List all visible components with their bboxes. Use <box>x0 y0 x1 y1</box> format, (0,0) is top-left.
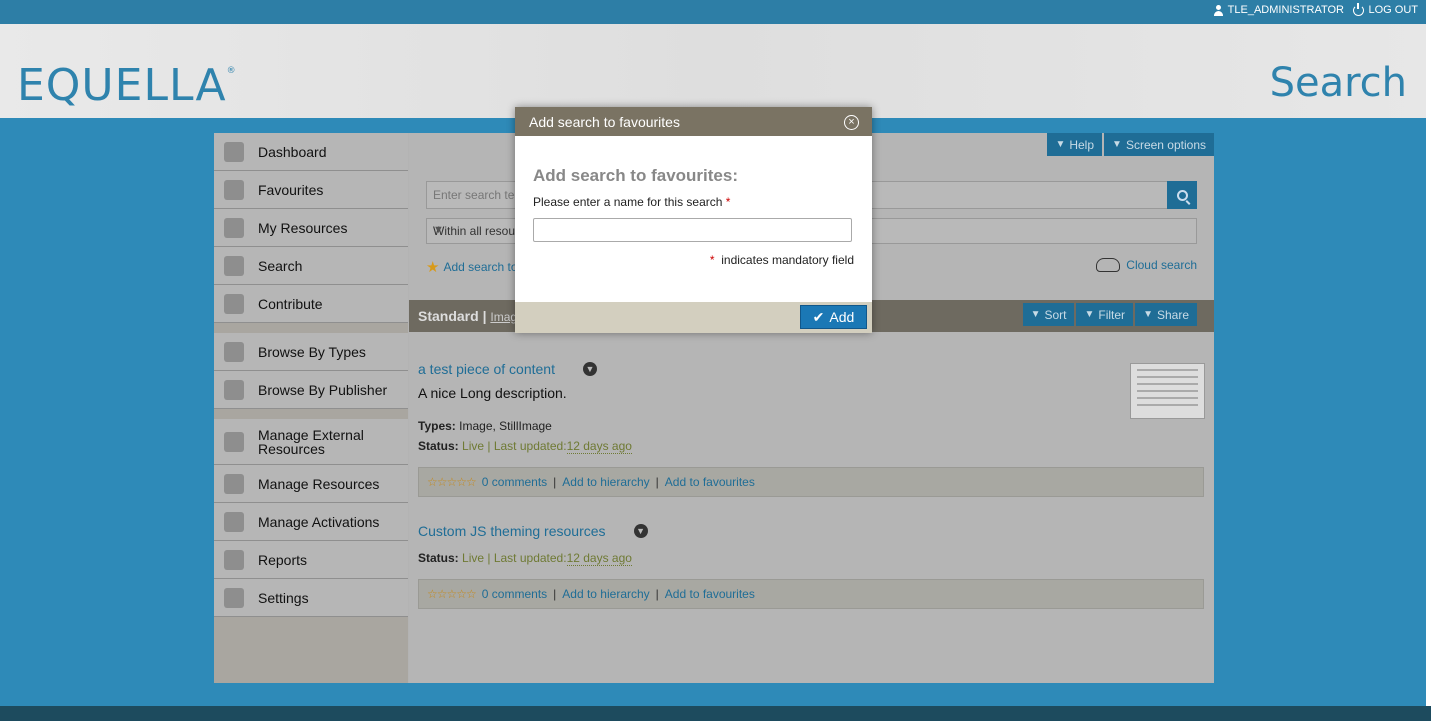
user-icon <box>1213 4 1224 16</box>
sidebar-item-browse-types[interactable]: Browse By Types <box>214 333 408 371</box>
top-bar: TLE_ADMINISTRATOR LOG OUT <box>0 0 1426 24</box>
chevron-down-icon: ▼ <box>1112 139 1122 150</box>
add-button[interactable]: ✔ Add <box>800 305 867 329</box>
result-description: A nice Long description. <box>418 385 567 401</box>
chevron-down-icon: ▼ <box>1143 309 1153 320</box>
rating-stars-icon[interactable]: ☆☆☆☆☆ <box>427 587 477 601</box>
logout-link[interactable]: LOG OUT <box>1353 2 1418 16</box>
sidebar-item-dashboard[interactable]: Dashboard <box>214 133 408 171</box>
sidebar-item-manage-external[interactable]: Manage External Resources <box>214 419 408 465</box>
rating-stars-icon[interactable]: ☆☆☆☆☆ <box>427 475 477 489</box>
sort-button[interactable]: ▼ Sort <box>1022 303 1075 326</box>
bottom-bar <box>0 706 1431 721</box>
check-icon: ✔ <box>812 308 825 325</box>
sidebar-item-browse-publisher[interactable]: Browse By Publisher <box>214 371 408 409</box>
result-actions: ☆☆☆☆☆ 0 comments | Add to hierarchy | Add … <box>418 579 1204 609</box>
sidebar-divider <box>214 409 408 419</box>
gear-icon <box>224 587 244 608</box>
add-to-hierarchy-link[interactable]: Add to hierarchy <box>562 587 649 601</box>
sidebar-divider <box>214 323 408 333</box>
result-item: a test piece of content ▼ A nice Long des… <box>418 361 1204 497</box>
name-field-label: Please enter a name for this search * <box>533 195 731 209</box>
search-button[interactable] <box>1167 181 1197 209</box>
screen-options-button[interactable]: ▼ Screen options <box>1104 133 1214 156</box>
chart-icon <box>224 549 244 570</box>
dialog-header: Add search to favourites × <box>515 107 872 136</box>
download-icon[interactable]: ▼ <box>582 362 597 376</box>
chevron-down-icon: ▼ <box>1084 309 1095 320</box>
magnifier-icon <box>224 255 244 276</box>
result-type-tabs: Standard | Imag <box>418 308 518 324</box>
books-icon <box>224 341 244 362</box>
globe-icon <box>224 431 244 452</box>
add-favourite-dialog: Add search to favourites × Add search to… <box>515 107 872 333</box>
sidebar-item-reports[interactable]: Reports <box>214 541 408 579</box>
result-title-link[interactable]: Custom JS theming resources <box>418 523 606 539</box>
favourite-name-input[interactable] <box>533 218 852 242</box>
power-icon <box>1353 2 1365 16</box>
sidebar: Dashboard Favourites My Resources Search… <box>214 133 408 683</box>
pencil-icon <box>224 293 244 314</box>
comments-link[interactable]: 0 comments <box>482 587 547 601</box>
database-check-icon <box>224 473 244 494</box>
sidebar-item-favourites[interactable]: Favourites <box>214 171 408 209</box>
result-thumbnail[interactable] <box>1130 363 1205 419</box>
top-options: ▼ Help ▼ Screen options <box>1047 133 1214 156</box>
comments-link[interactable]: 0 comments <box>482 475 547 489</box>
image-tab[interactable]: Imag <box>490 310 517 324</box>
star-icon: ★ <box>426 259 440 276</box>
books-icon <box>224 379 244 400</box>
cloud-search-link[interactable]: Cloud search <box>1096 258 1197 272</box>
close-icon[interactable]: × <box>844 115 859 130</box>
logout-label: LOG OUT <box>1368 4 1418 16</box>
result-status: Status: Live | Last updated:12 days ago <box>418 551 632 566</box>
sidebar-item-contribute[interactable]: Contribute <box>214 285 408 323</box>
username: TLE_ADMINISTRATOR <box>1227 4 1344 16</box>
result-status: Status: Live | Last updated:12 days ago <box>418 439 632 454</box>
mandatory-note: * indicates mandatory field <box>709 253 854 267</box>
add-to-favourites-link[interactable]: Add to favourites <box>665 475 755 489</box>
chevron-down-icon: ▼ <box>1030 309 1041 320</box>
page-title: Search <box>1269 60 1407 106</box>
sidebar-item-search[interactable]: Search <box>214 247 408 285</box>
dashboard-icon <box>224 141 244 162</box>
standard-tab[interactable]: Standard <box>418 308 479 324</box>
result-actions: ☆☆☆☆☆ 0 comments | Add to hierarchy | Add … <box>418 467 1204 497</box>
sidebar-item-manage-activations[interactable]: Manage Activations <box>214 503 408 541</box>
database-icon <box>224 217 244 238</box>
search-icon <box>1176 189 1188 201</box>
clipboard-icon <box>224 511 244 532</box>
equella-logo[interactable]: EQUELLA® <box>17 60 237 111</box>
cloud-icon <box>1096 258 1121 272</box>
result-item: Custom JS theming resources ▼ Status: Liv… <box>418 523 1204 609</box>
download-icon[interactable]: ▼ <box>633 524 648 538</box>
share-button[interactable]: ▼ Share <box>1135 303 1197 326</box>
sidebar-item-manage-resources[interactable]: Manage Resources <box>214 465 408 503</box>
chevron-down-icon: ▼ <box>1055 139 1066 150</box>
results-actions: ▼ Sort ▼ Filter ▼ Share <box>1022 303 1197 326</box>
star-icon <box>224 179 244 200</box>
add-to-favourites-link[interactable]: Add to favourites <box>665 587 755 601</box>
filter-button[interactable]: ▼ Filter <box>1076 303 1134 326</box>
add-search-to-favourites-link[interactable]: ★ Add search to <box>426 258 518 276</box>
sidebar-item-my-resources[interactable]: My Resources <box>214 209 408 247</box>
dialog-heading: Add search to favourites: <box>533 166 738 185</box>
add-to-hierarchy-link[interactable]: Add to hierarchy <box>562 475 649 489</box>
dialog-title: Add search to favourites <box>529 114 680 130</box>
window-edge <box>1426 0 1431 706</box>
user-link[interactable]: TLE_ADMINISTRATOR <box>1213 4 1344 16</box>
dialog-body: Add search to favourites: Please enter a… <box>515 136 872 267</box>
header: EQUELLA® Search <box>0 24 1426 118</box>
sidebar-item-settings[interactable]: Settings <box>214 579 408 617</box>
result-types: Types: Image, StillImage <box>418 419 552 433</box>
result-title-link[interactable]: a test piece of content <box>418 361 555 377</box>
dialog-footer: ✔ Add <box>515 302 872 333</box>
help-button[interactable]: ▼ Help <box>1047 133 1103 156</box>
